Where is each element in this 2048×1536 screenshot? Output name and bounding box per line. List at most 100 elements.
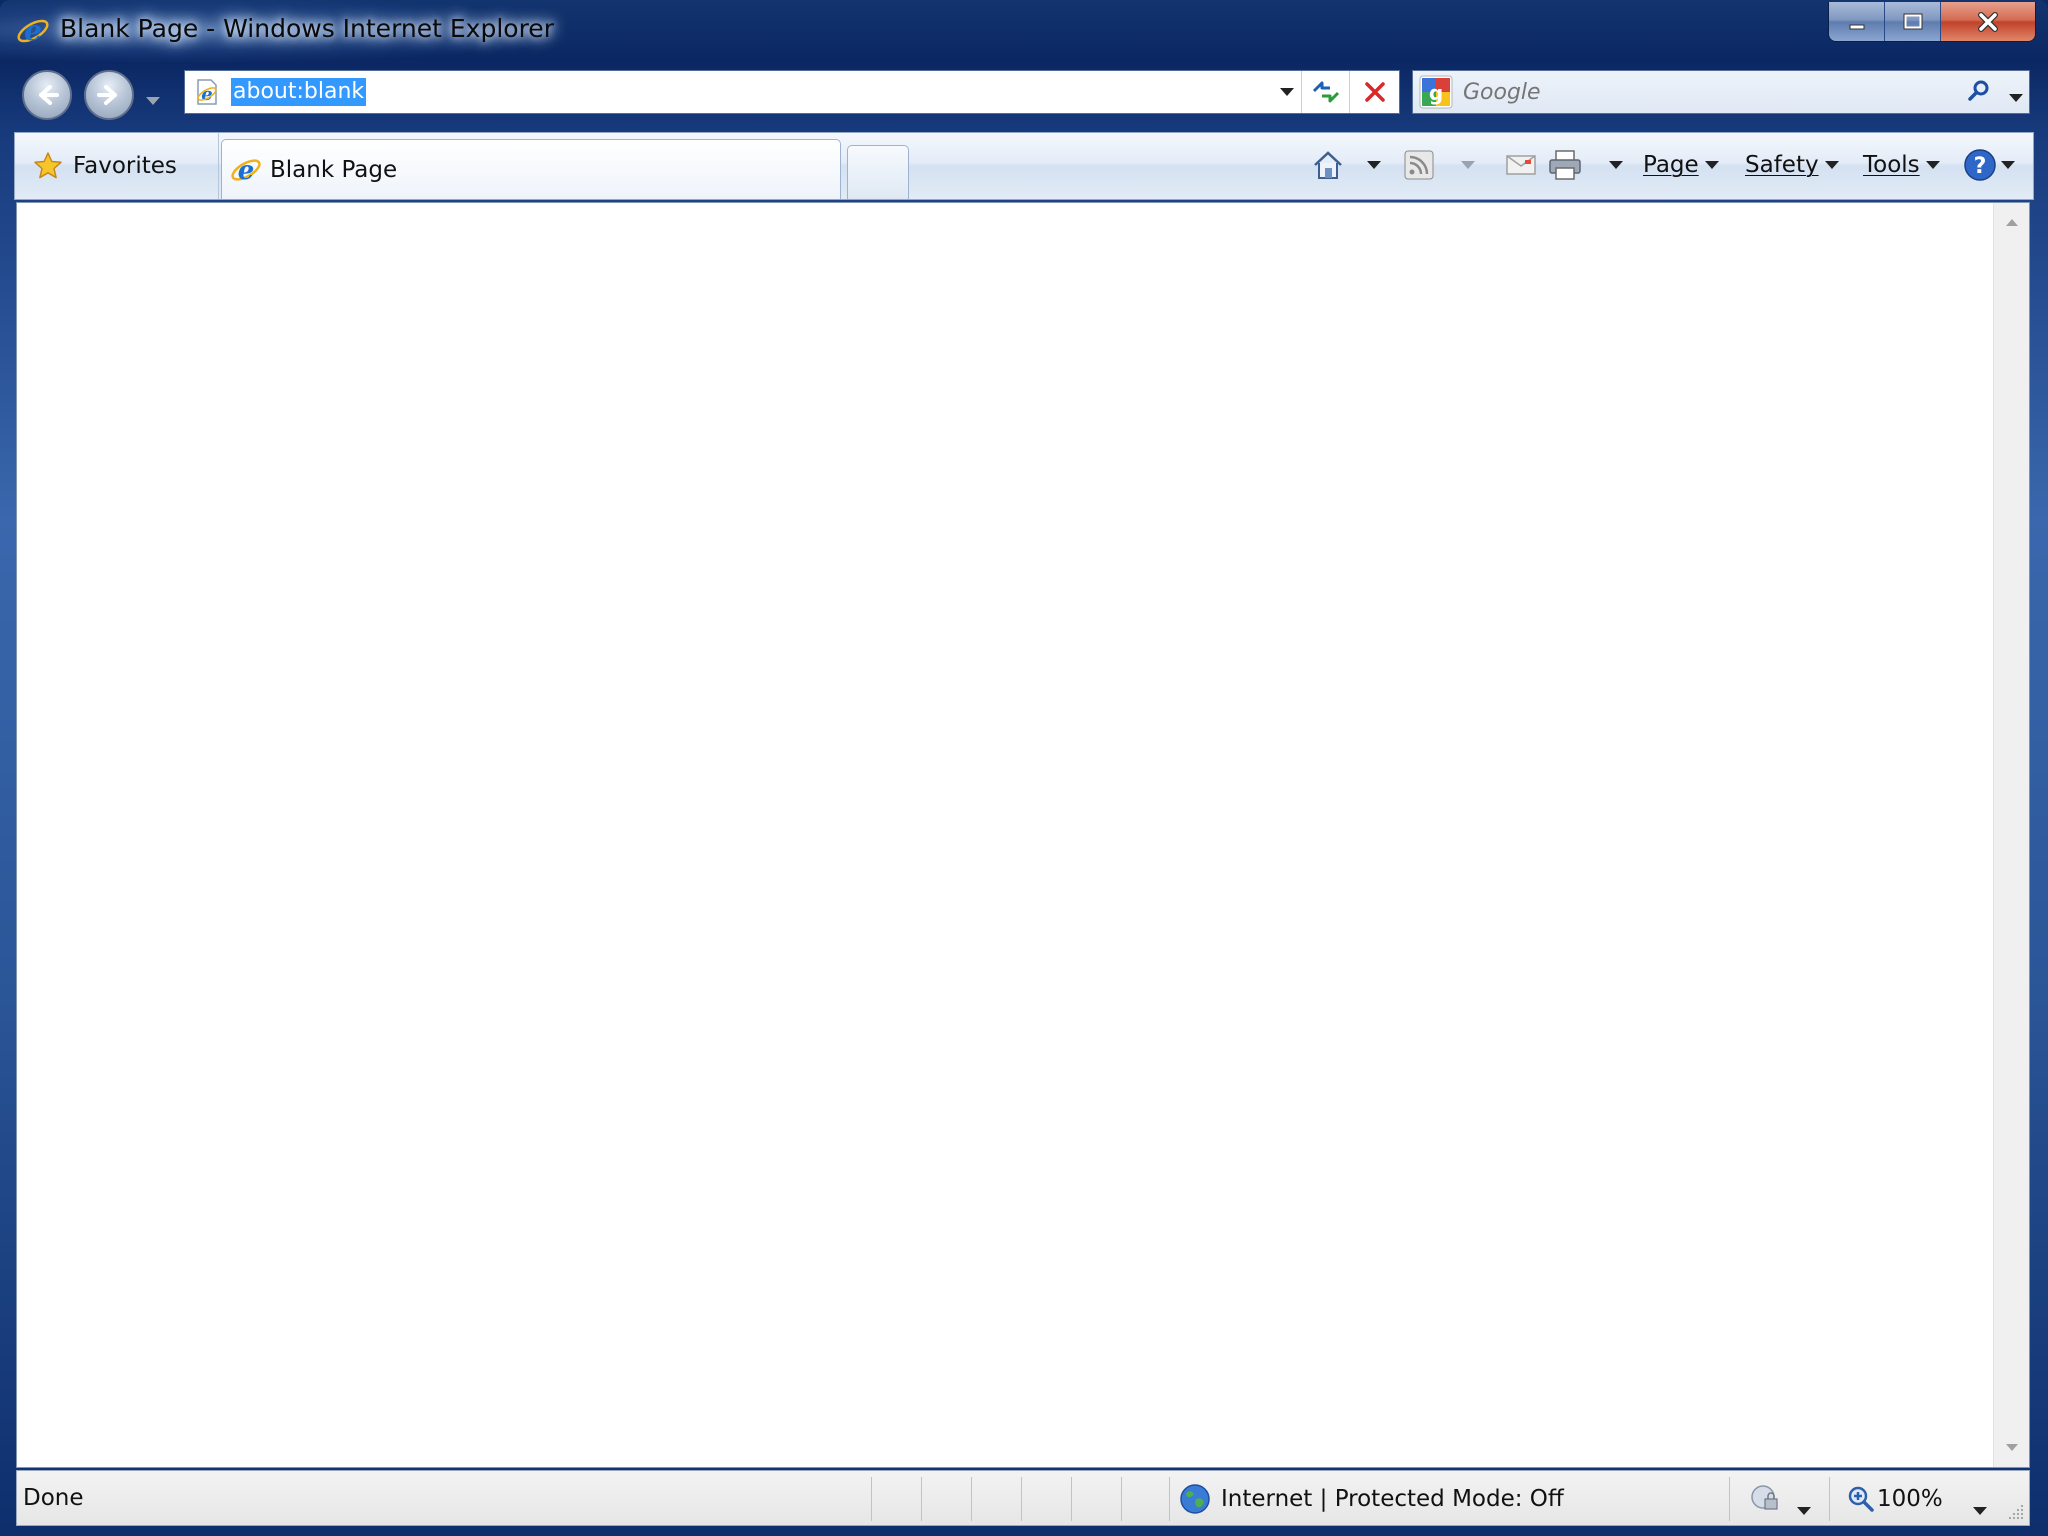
search-options-button[interactable] xyxy=(2009,87,2023,106)
favorites-button[interactable]: Favorites xyxy=(15,133,219,199)
help-button[interactable]: ? xyxy=(1963,143,2015,187)
restore-icon xyxy=(1903,13,1922,30)
command-bar: Favorites e Blank Page Page Safety Tools… xyxy=(14,132,2034,200)
resize-grip-icon[interactable] xyxy=(2007,1503,2025,1521)
navigation-bar: e about:blank g xyxy=(0,62,2048,124)
chevron-down-icon xyxy=(1973,1507,1987,1515)
restore-button[interactable] xyxy=(1885,2,1941,41)
tab-title: Blank Page xyxy=(270,156,398,183)
home-icon xyxy=(1314,151,1342,179)
mail-icon xyxy=(1506,155,1536,175)
chevron-down-icon xyxy=(146,97,160,105)
svg-text:?: ? xyxy=(1974,154,1987,179)
home-button[interactable] xyxy=(1311,143,1345,187)
status-divider xyxy=(1729,1477,1730,1521)
search-go-button[interactable] xyxy=(1965,77,1993,109)
svg-text:g: g xyxy=(1429,81,1443,105)
tools-menu-label: Tools xyxy=(1863,152,1920,178)
favorites-label: Favorites xyxy=(73,153,177,179)
status-divider xyxy=(971,1477,972,1521)
chevron-down-icon xyxy=(1797,1507,1811,1515)
rss-feed-icon xyxy=(1404,150,1434,180)
chevron-down-icon xyxy=(1461,161,1475,169)
protected-mode-icon[interactable] xyxy=(1749,1483,1781,1515)
address-dropdown-button[interactable] xyxy=(1273,71,1301,113)
ie-icon[interactable]: e xyxy=(16,14,50,48)
tools-menu[interactable]: Tools xyxy=(1863,143,1940,187)
print-dropdown[interactable] xyxy=(1609,143,1623,187)
star-icon xyxy=(34,152,62,179)
status-divider xyxy=(921,1477,922,1521)
magnifier-icon xyxy=(1968,80,1989,101)
back-arrow-icon xyxy=(39,85,59,105)
security-dropdown[interactable] xyxy=(1797,1495,1811,1521)
search-input[interactable] xyxy=(1463,79,1943,105)
svg-text:e: e xyxy=(24,14,42,47)
forward-arrow-icon xyxy=(97,85,117,105)
page-menu-label: Page xyxy=(1643,152,1699,178)
status-divider xyxy=(1071,1477,1072,1521)
svg-text:e: e xyxy=(238,156,255,186)
svg-text:e: e xyxy=(201,84,212,105)
chevron-down-icon xyxy=(1925,161,1940,169)
globe-icon xyxy=(1180,1484,1210,1514)
caption-buttons xyxy=(1828,2,2036,42)
home-dropdown[interactable] xyxy=(1367,143,1381,187)
recent-pages-dropdown[interactable] xyxy=(146,90,160,109)
search-box: g xyxy=(1412,70,2030,114)
magnifier-plus-icon xyxy=(1848,1486,1874,1512)
status-divider xyxy=(1121,1477,1122,1521)
close-button[interactable] xyxy=(1941,2,2035,41)
stop-x-icon xyxy=(1364,82,1385,102)
chevron-down-icon xyxy=(1704,161,1719,169)
vertical-scrollbar[interactable] xyxy=(1993,203,2029,1467)
back-button[interactable] xyxy=(22,70,72,120)
refresh-icon xyxy=(1312,81,1339,103)
status-bar: Done Internet | Protected Mode: Off 100% xyxy=(16,1470,2030,1526)
window-title: Blank Page - Windows Internet Explorer xyxy=(60,14,554,43)
help-icon: ? xyxy=(1964,149,1996,181)
chevron-down-icon xyxy=(1367,161,1381,169)
chevron-down-icon xyxy=(1609,161,1623,169)
chevron-down-icon xyxy=(2001,161,2015,169)
stop-button[interactable] xyxy=(1349,71,1399,113)
page-menu[interactable]: Page xyxy=(1643,143,1719,187)
browser-window: e Blank Page - Windows Internet Explorer xyxy=(0,0,2048,1536)
chevron-down-icon xyxy=(1824,161,1839,169)
close-icon xyxy=(1978,12,1998,32)
status-divider xyxy=(1169,1477,1170,1521)
address-input[interactable]: about:blank xyxy=(231,78,367,106)
minimize-button[interactable] xyxy=(1829,2,1885,41)
page-content[interactable] xyxy=(16,202,2030,1468)
scroll-down-arrow-icon[interactable] xyxy=(2006,1444,2018,1451)
scroll-up-arrow-icon[interactable] xyxy=(2006,219,2018,226)
tab-blank-page[interactable]: e Blank Page xyxy=(221,139,841,199)
security-zone[interactable]: Internet | Protected Mode: Off xyxy=(1179,1479,1564,1519)
safety-menu[interactable]: Safety xyxy=(1745,143,1839,187)
safety-menu-label: Safety xyxy=(1745,152,1819,178)
status-divider xyxy=(1021,1477,1022,1521)
google-icon[interactable]: g xyxy=(1419,75,1453,109)
new-tab-button[interactable] xyxy=(847,145,909,199)
status-text: Done xyxy=(23,1485,84,1511)
zoom-level: 100% xyxy=(1877,1486,1943,1512)
address-bar[interactable]: e about:blank xyxy=(184,70,1400,114)
zoom-dropdown[interactable] xyxy=(1973,1495,1987,1521)
feeds-button[interactable] xyxy=(1403,143,1435,187)
status-divider xyxy=(1829,1477,1830,1521)
chevron-down-icon xyxy=(1280,88,1294,96)
refresh-button[interactable] xyxy=(1301,71,1349,113)
zone-text: Internet | Protected Mode: Off xyxy=(1221,1486,1564,1512)
page-ie-icon: e xyxy=(197,79,217,105)
forward-button[interactable] xyxy=(84,70,134,120)
chevron-down-icon xyxy=(2009,94,2023,102)
zoom-button[interactable]: 100% xyxy=(1847,1479,1943,1519)
minimize-icon xyxy=(1849,24,1864,30)
ie-icon: e xyxy=(231,156,261,186)
title-bar[interactable]: e Blank Page - Windows Internet Explorer xyxy=(0,0,2048,62)
read-mail-button[interactable] xyxy=(1505,143,1537,187)
status-divider xyxy=(871,1477,872,1521)
print-button[interactable] xyxy=(1547,143,1583,187)
printer-icon xyxy=(1549,150,1581,180)
feeds-dropdown[interactable] xyxy=(1461,143,1475,187)
